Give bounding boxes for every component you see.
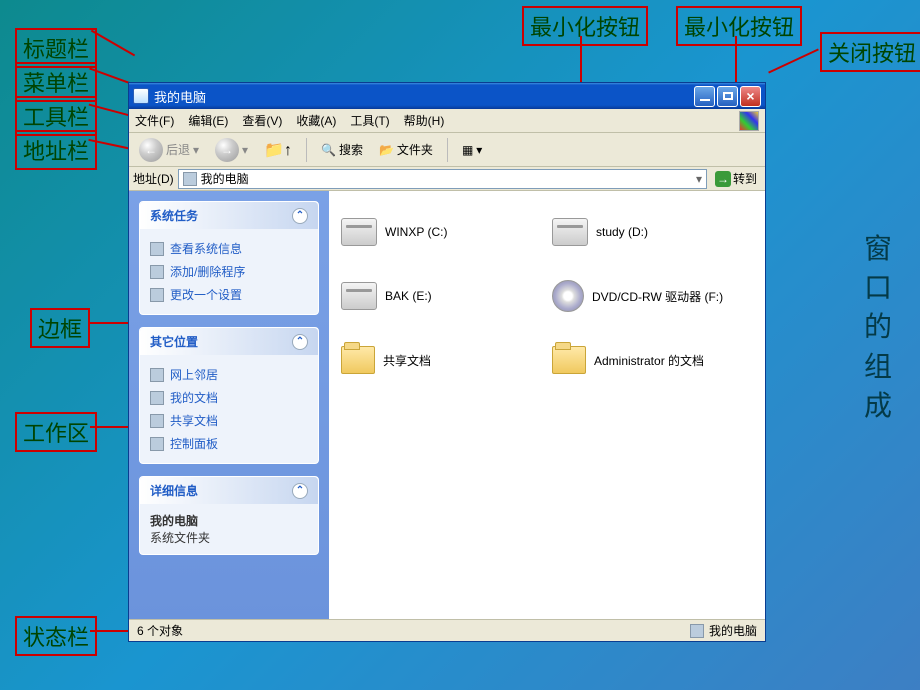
menu-view[interactable]: 查看(V) [242, 112, 282, 129]
folders-button[interactable]: 📂 文件夹 [373, 139, 439, 160]
other-places-panel: 其它位置 ⌃ 网上邻居 我的文档 共享文档 控制面板 [139, 327, 319, 464]
annot-statusbar: 状态栏 [15, 616, 97, 656]
address-input[interactable]: 我的电脑 ▾ [178, 169, 707, 189]
programs-icon [150, 265, 164, 279]
folders-icon: 📂 [379, 143, 394, 157]
folders-label: 文件夹 [397, 141, 433, 158]
details-panel: 详细信息 ⌃ 我的电脑 系统文件夹 [139, 476, 319, 555]
explorer-window: 我的电脑 × 文件(F) 编辑(E) 查看(V) 收藏(A) 工具(T) 帮助(… [128, 82, 766, 642]
other-places-header[interactable]: 其它位置 ⌃ [140, 328, 318, 355]
up-button[interactable]: 📁↑ [258, 138, 298, 162]
annot-addressbar: 地址栏 [15, 130, 97, 170]
place-network[interactable]: 网上邻居 [150, 363, 308, 386]
settings-icon [150, 288, 164, 302]
drive-icon [341, 218, 377, 246]
drive-c[interactable]: WINXP (C:) [341, 203, 542, 261]
folder-icon [552, 346, 586, 374]
address-label: 地址(D) [133, 170, 174, 187]
folder-up-icon: 📁↑ [264, 140, 292, 160]
views-icon: ▦ [462, 143, 473, 157]
tool-bar: ← 后退 ▾ → ▾ 📁↑ 🔍 搜索 📂 文件夹 ▦ ▾ [129, 133, 765, 167]
window-body: 系统任务 ⌃ 查看系统信息 添加/删除程序 更改一个设置 其它位置 ⌃ 网上邻居… [129, 191, 765, 619]
title-bar[interactable]: 我的电脑 × [129, 83, 765, 109]
slide-side-title: 窗口的组成 [864, 230, 892, 426]
go-arrow-icon: → [715, 171, 731, 187]
folder-shared[interactable]: 共享文档 [341, 331, 542, 389]
window-icon [133, 88, 149, 104]
annot-workarea: 工作区 [15, 412, 97, 452]
system-tasks-panel: 系统任务 ⌃ 查看系统信息 添加/删除程序 更改一个设置 [139, 201, 319, 315]
menu-file[interactable]: 文件(F) [135, 112, 174, 129]
documents-icon [150, 391, 164, 405]
toolbar-separator [306, 138, 307, 162]
tasks-sidebar: 系统任务 ⌃ 查看系统信息 添加/删除程序 更改一个设置 其它位置 ⌃ 网上邻居… [129, 191, 329, 619]
dropdown-icon[interactable]: ▾ [696, 172, 702, 186]
computer-icon [690, 624, 704, 638]
search-button[interactable]: 🔍 搜索 [315, 139, 369, 160]
drive-icon [552, 218, 588, 246]
drive-d[interactable]: study (D:) [552, 203, 753, 261]
chevron-up-icon[interactable]: ⌃ [292, 334, 308, 350]
status-bar: 6 个对象 我的电脑 [129, 619, 765, 641]
window-title: 我的电脑 [154, 87, 692, 106]
place-control-panel[interactable]: 控制面板 [150, 432, 308, 455]
minimize-button[interactable] [694, 86, 715, 107]
other-places-title: 其它位置 [150, 333, 198, 350]
menu-bar: 文件(F) 编辑(E) 查看(V) 收藏(A) 工具(T) 帮助(H) [129, 109, 765, 133]
shared-icon [150, 414, 164, 428]
views-button[interactable]: ▦ ▾ [456, 141, 488, 159]
chevron-up-icon[interactable]: ⌃ [292, 208, 308, 224]
address-bar: 地址(D) 我的电脑 ▾ → 转到 [129, 167, 765, 191]
status-left: 6 个对象 [137, 622, 183, 639]
chevron-up-icon[interactable]: ⌃ [292, 483, 308, 499]
search-icon: 🔍 [321, 143, 336, 157]
annot-minimize: 最小化按钮 [522, 6, 648, 46]
system-tasks-title: 系统任务 [150, 207, 198, 224]
go-button[interactable]: → 转到 [711, 170, 761, 187]
computer-icon [183, 172, 197, 186]
folder-admin[interactable]: Administrator 的文档 [552, 331, 753, 389]
go-label: 转到 [733, 170, 757, 187]
details-type: 系统文件夹 [150, 531, 210, 545]
maximize-button[interactable] [717, 86, 738, 107]
close-button[interactable]: × [740, 86, 761, 107]
network-icon [150, 368, 164, 382]
address-value: 我的电脑 [201, 170, 249, 187]
task-change-setting[interactable]: 更改一个设置 [150, 283, 308, 306]
drive-f-dvd[interactable]: DVD/CD-RW 驱动器 (F:) [552, 267, 753, 325]
menu-edit[interactable]: 编辑(E) [188, 112, 228, 129]
annot-maximize: 最小化按钮 [676, 6, 802, 46]
forward-button[interactable]: → ▾ [209, 136, 254, 164]
menu-favorites[interactable]: 收藏(A) [296, 112, 336, 129]
details-name: 我的电脑 [150, 512, 308, 529]
place-shared-documents[interactable]: 共享文档 [150, 409, 308, 432]
task-add-remove-programs[interactable]: 添加/删除程序 [150, 260, 308, 283]
details-header[interactable]: 详细信息 ⌃ [140, 477, 318, 504]
back-label: 后退 [166, 141, 190, 158]
system-tasks-header[interactable]: 系统任务 ⌃ [140, 202, 318, 229]
content-area[interactable]: WINXP (C:) study (D:) BAK (E:) DVD/CD-RW… [329, 191, 765, 619]
search-label: 搜索 [339, 141, 363, 158]
cd-icon [552, 280, 584, 312]
windows-logo-icon [739, 111, 759, 131]
control-panel-icon [150, 437, 164, 451]
drive-icon [341, 282, 377, 310]
task-view-system-info[interactable]: 查看系统信息 [150, 237, 308, 260]
info-icon [150, 242, 164, 256]
back-button[interactable]: ← 后退 ▾ [133, 136, 205, 164]
annot-border: 边框 [30, 308, 90, 348]
folder-icon [341, 346, 375, 374]
drive-e[interactable]: BAK (E:) [341, 267, 542, 325]
status-right: 我的电脑 [690, 622, 757, 639]
toolbar-separator [447, 138, 448, 162]
back-arrow-icon: ← [139, 138, 163, 162]
menu-help[interactable]: 帮助(H) [404, 112, 445, 129]
details-title: 详细信息 [150, 482, 198, 499]
annot-close: 关闭按钮 [820, 32, 920, 72]
place-my-documents[interactable]: 我的文档 [150, 386, 308, 409]
forward-arrow-icon: → [215, 138, 239, 162]
menu-tools[interactable]: 工具(T) [350, 112, 389, 129]
